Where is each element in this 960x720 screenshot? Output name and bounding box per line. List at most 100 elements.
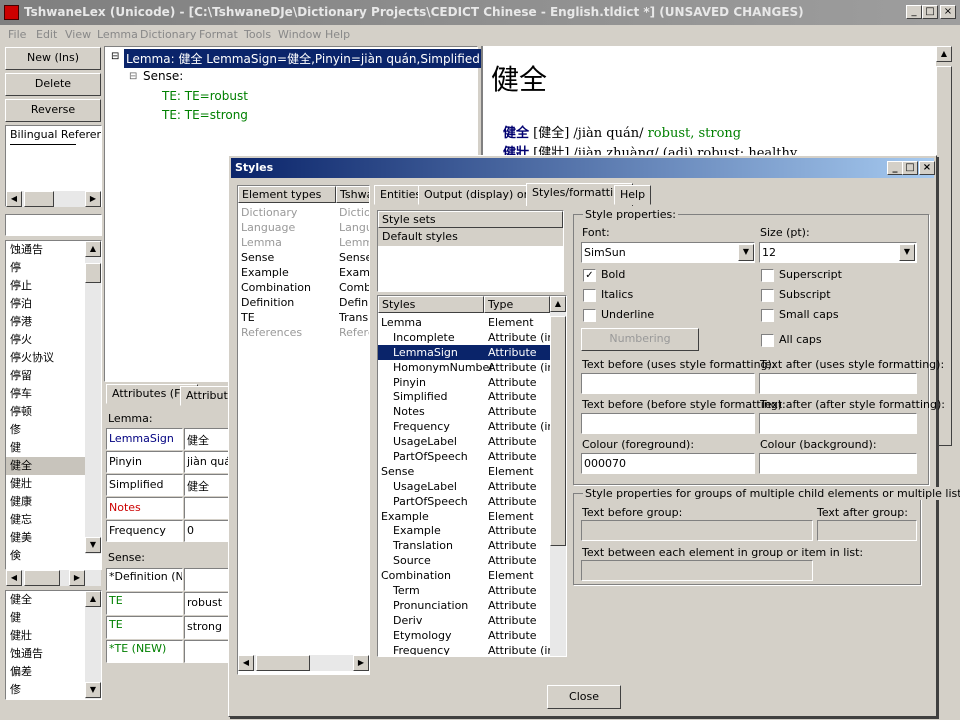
- minimize-icon[interactable]: _: [887, 161, 903, 175]
- scroll-thumb[interactable]: [24, 191, 54, 207]
- element-type-row[interactable]: Sense Sense: [238, 250, 369, 265]
- text-before-group-input[interactable]: [581, 520, 813, 541]
- close-icon[interactable]: ×: [940, 5, 956, 19]
- vscroll-bottom[interactable]: ▲ ▼: [85, 591, 101, 699]
- text-before-uses-input[interactable]: [581, 373, 755, 394]
- hscroll-bilingual[interactable]: ◀ ▶: [6, 191, 101, 207]
- vscroll-preview[interactable]: ▲: [936, 46, 952, 706]
- style-row[interactable]: Frequency Attribute (inte: [378, 419, 550, 434]
- menu-view[interactable]: View: [65, 28, 91, 41]
- style-row[interactable]: Lemma Element: [378, 315, 550, 330]
- style-row[interactable]: Sense Element: [378, 464, 550, 479]
- small-caps-checkbox[interactable]: [761, 309, 774, 322]
- scroll-up-icon[interactable]: ▲: [936, 46, 952, 62]
- delete-button[interactable]: Delete: [5, 73, 101, 96]
- size-select[interactable]: 12: [759, 242, 917, 263]
- element-type-row[interactable]: TE Transl: [238, 310, 369, 325]
- scroll-thumb[interactable]: [256, 655, 310, 671]
- text-after-uses-input[interactable]: [759, 373, 917, 394]
- vscroll-lemma[interactable]: ▲ ▼: [85, 241, 101, 554]
- numbering-button[interactable]: Numbering: [581, 328, 699, 351]
- style-row[interactable]: PartOfSpeech Attribute: [378, 449, 550, 464]
- font-select[interactable]: SimSun: [581, 242, 755, 263]
- menu-file[interactable]: File: [8, 28, 26, 41]
- italics-checkbox[interactable]: [583, 289, 596, 302]
- scroll-left-icon[interactable]: ◀: [238, 655, 254, 671]
- hscroll-element-types[interactable]: ◀ ▶: [238, 655, 369, 671]
- styles-list[interactable]: Styles Type Lemma Element Incomplete Attrib…: [377, 295, 567, 657]
- scroll-thumb[interactable]: [550, 316, 566, 546]
- attribute-value-input[interactable]: jiàn quán: [184, 451, 234, 473]
- style-set-item[interactable]: Default styles: [378, 228, 563, 246]
- style-row[interactable]: Etymology Attribute: [378, 628, 550, 643]
- colour-fg-input[interactable]: 000070: [581, 453, 755, 474]
- style-sets-list[interactable]: Style sets Default styles: [377, 210, 564, 292]
- style-row[interactable]: Simplified Attribute: [378, 389, 550, 404]
- scroll-thumb[interactable]: [936, 66, 952, 446]
- scroll-up-icon[interactable]: ▲: [85, 591, 101, 607]
- colour-bg-input[interactable]: [759, 453, 917, 474]
- element-type-row[interactable]: Dictionary Dictio: [238, 205, 369, 220]
- element-type-row[interactable]: References Refere: [238, 325, 369, 340]
- scroll-down-icon[interactable]: ▼: [85, 682, 101, 698]
- style-row[interactable]: Pronunciation Attribute: [378, 598, 550, 613]
- menu-format[interactable]: Format: [199, 28, 238, 41]
- style-row[interactable]: Example Element: [378, 509, 550, 524]
- maximize-icon[interactable]: □: [922, 5, 938, 19]
- element-type-row[interactable]: Example Examp: [238, 265, 369, 280]
- collapse-icon[interactable]: ⊟: [111, 51, 119, 62]
- element-type-row[interactable]: Lemma Lemma: [238, 235, 369, 250]
- style-row[interactable]: HomonymNumberAttribute (inte: [378, 360, 550, 375]
- close-button[interactable]: Close: [547, 685, 621, 709]
- attribute-value-input[interactable]: 健全: [184, 428, 234, 450]
- menu-lemma[interactable]: Lemma: [97, 28, 138, 41]
- tree-lemma-node[interactable]: Lemma: 健全 LemmaSign=健全,Pinyin=jiàn quán,…: [124, 49, 516, 68]
- style-row[interactable]: Deriv Attribute: [378, 613, 550, 628]
- menu-help[interactable]: Help: [325, 28, 350, 41]
- underline-checkbox[interactable]: [583, 309, 596, 322]
- new-button[interactable]: New (Ins): [5, 47, 101, 70]
- style-row[interactable]: Frequency Attribute (int: [378, 643, 550, 655]
- subscript-checkbox[interactable]: [761, 289, 774, 302]
- tab-help[interactable]: Help: [614, 185, 652, 205]
- style-row[interactable]: UsageLabel Attribute: [378, 479, 550, 494]
- menu-edit[interactable]: Edit: [36, 28, 57, 41]
- reverse-button[interactable]: Reverse: [5, 99, 101, 122]
- sense-attribute-value-input[interactable]: [184, 568, 234, 591]
- attribute-value-input[interactable]: 健全: [184, 474, 234, 496]
- bold-checkbox[interactable]: ✓: [583, 269, 596, 282]
- style-row[interactable]: Notes Attribute: [378, 404, 550, 419]
- style-row[interactable]: Translation Attribute: [378, 538, 550, 553]
- superscript-checkbox[interactable]: [761, 269, 774, 282]
- menu-window[interactable]: Window: [278, 28, 321, 41]
- sense-attribute-value-input[interactable]: robust: [184, 592, 234, 615]
- lemma-search-input[interactable]: [5, 214, 102, 236]
- chevron-down-icon[interactable]: ▼: [899, 244, 915, 261]
- collapse-icon[interactable]: ⊟: [129, 71, 137, 82]
- type-header[interactable]: Type: [484, 296, 550, 313]
- element-types-list[interactable]: Element types Tshwa DictionaryDictioLang…: [237, 185, 370, 675]
- style-row[interactable]: LemmaSign Attribute: [378, 344, 550, 360]
- all-caps-checkbox[interactable]: [761, 334, 774, 347]
- menu-dictionary[interactable]: Dictionary: [140, 28, 196, 41]
- maximize-icon[interactable]: □: [902, 161, 918, 175]
- attribute-value-input[interactable]: 0: [184, 520, 234, 542]
- vscroll-styles[interactable]: ▲: [550, 296, 566, 656]
- styles-header[interactable]: Styles: [378, 296, 484, 313]
- sense-attribute-value-input[interactable]: strong: [184, 616, 234, 639]
- style-row[interactable]: UsageLabel Attribute: [378, 434, 550, 449]
- hscroll-lemma[interactable]: ◀ ▶: [6, 570, 101, 586]
- style-row[interactable]: Term Attribute: [378, 583, 550, 598]
- style-sets-header[interactable]: Style sets: [378, 211, 563, 228]
- scroll-left-icon[interactable]: ◀: [6, 570, 22, 586]
- menu-tools[interactable]: Tools: [244, 28, 271, 41]
- tree-te-node-1[interactable]: TE: TE=robust: [162, 89, 248, 103]
- scroll-thumb[interactable]: [85, 263, 101, 283]
- style-row[interactable]: Pinyin Attribute: [378, 375, 550, 390]
- scroll-up-icon[interactable]: ▲: [85, 241, 101, 257]
- close-icon[interactable]: ×: [919, 161, 935, 175]
- style-row[interactable]: Incomplete Attribute (inte: [378, 330, 550, 345]
- tree-sense-node[interactable]: Sense:: [143, 69, 183, 83]
- scroll-down-icon[interactable]: ▼: [85, 537, 101, 553]
- style-row[interactable]: Source Attribute: [378, 553, 550, 568]
